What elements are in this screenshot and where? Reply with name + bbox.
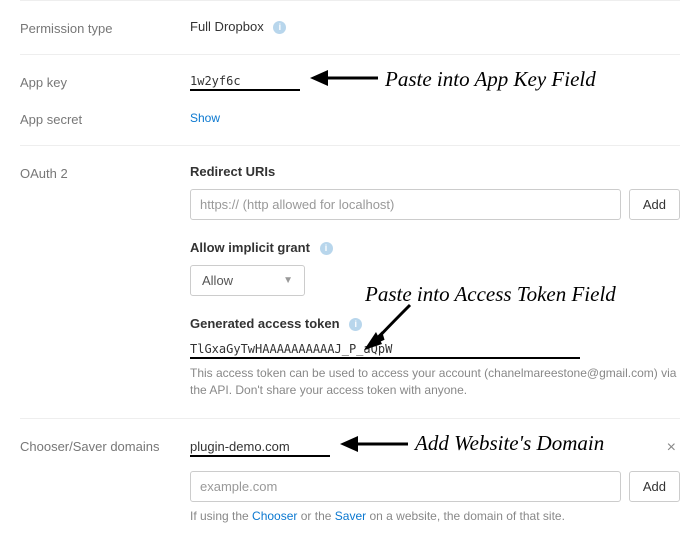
row-chooser-domains: Chooser/Saver domains plugin-demo.com × …	[20, 418, 680, 543]
row-permission-type: Permission type Full Dropbox i	[20, 0, 680, 54]
label-oauth2: OAuth 2	[20, 164, 190, 400]
arrow-icon	[310, 67, 380, 89]
add-redirect-button[interactable]: Add	[629, 189, 680, 220]
app-key-value: 1w2yf6c	[190, 74, 300, 91]
info-icon[interactable]: i	[320, 242, 333, 255]
redirect-uri-input[interactable]	[190, 189, 621, 220]
row-app-credentials: App key App secret 1w2yf6c Paste into Ap…	[20, 54, 680, 145]
block-access-token: Generated access token i TlGxaGyTwHAAAAA…	[190, 316, 680, 400]
remove-domain-button[interactable]: ×	[663, 439, 680, 457]
info-icon[interactable]: i	[349, 318, 362, 331]
label-permission-type: Permission type	[20, 19, 190, 36]
chevron-down-icon: ▼	[283, 275, 293, 286]
access-token-value: TlGxaGyTwHAAAAAAAAAAJ_P_aQpW	[190, 342, 580, 359]
annotation-token: Paste into Access Token Field	[365, 282, 616, 307]
label-app-secret: App secret	[20, 112, 190, 127]
label-app-key: App key	[20, 75, 190, 90]
title-access-token: Generated access token i	[190, 316, 680, 331]
title-redirect-uris: Redirect URIs	[190, 164, 680, 179]
token-title-text: Generated access token	[190, 316, 340, 331]
help-prefix: If using the	[190, 509, 252, 523]
chooser-link[interactable]: Chooser	[252, 509, 297, 523]
block-implicit-grant: Allow implicit grant i Allow ▼ Paste int…	[190, 240, 680, 296]
domain-entry: plugin-demo.com ×	[190, 437, 680, 465]
access-token-help: This access token can be used to access …	[190, 365, 680, 400]
show-secret-link[interactable]: Show	[190, 111, 220, 125]
add-domain-button[interactable]: Add	[629, 471, 680, 502]
domain-input[interactable]	[190, 471, 621, 502]
row-oauth2: OAuth 2 Redirect URIs Add Allow implicit…	[20, 145, 680, 418]
saver-link[interactable]: Saver	[335, 509, 366, 523]
label-chooser-domains: Chooser/Saver domains	[20, 437, 190, 525]
title-implicit-grant: Allow implicit grant i	[190, 240, 680, 255]
value-permission-type: Full Dropbox i	[190, 19, 680, 36]
block-redirect-uris: Redirect URIs Add	[190, 164, 680, 220]
permission-type-text: Full Dropbox	[190, 19, 264, 34]
domain-value: plugin-demo.com	[190, 439, 330, 457]
help-suffix: on a website, the domain of that site.	[366, 509, 565, 523]
redirect-input-row: Add	[190, 189, 680, 220]
content-oauth2: Redirect URIs Add Allow implicit grant i…	[190, 164, 680, 400]
implicit-grant-select[interactable]: Allow ▼	[190, 265, 305, 296]
implicit-title-text: Allow implicit grant	[190, 240, 310, 255]
help-mid: or the	[297, 509, 334, 523]
implicit-grant-value: Allow	[202, 273, 233, 288]
domain-input-row: Add	[190, 471, 680, 502]
chooser-help: If using the Chooser or the Saver on a w…	[190, 508, 680, 525]
label-col-credentials: App key App secret	[20, 73, 190, 127]
info-icon[interactable]: i	[273, 21, 286, 34]
content-credentials: 1w2yf6c Paste into App Key Field Show	[190, 73, 680, 127]
annotation-app-key: Paste into App Key Field	[385, 67, 596, 92]
content-chooser-domains: plugin-demo.com × Add Website's Domain A…	[190, 437, 680, 525]
